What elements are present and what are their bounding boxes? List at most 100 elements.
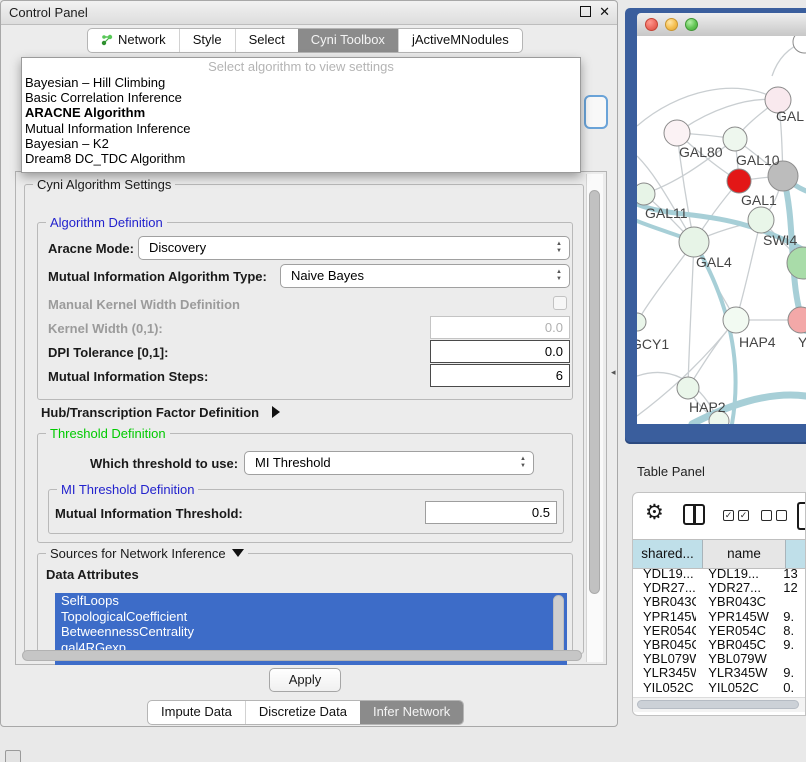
unchecked-checkbox-icon[interactable]: [761, 510, 772, 521]
table-cell: [778, 595, 805, 609]
control-panel-tabbar: Network Style Select Cyni Toolbox jActiv…: [87, 28, 523, 53]
table-row[interactable]: YPR145W YPR145W 9.: [633, 610, 805, 624]
column-header-name[interactable]: name: [703, 540, 786, 568]
algorithm-item[interactable]: Dream8 DC_TDC Algorithm: [22, 151, 580, 166]
close-traffic-light-icon[interactable]: [645, 18, 658, 31]
tab-cyni-toolbox[interactable]: Cyni Toolbox: [298, 29, 398, 52]
tab-jactivemnodules[interactable]: jActiveMNodules: [398, 29, 522, 52]
column-header-shared-name[interactable]: shared...: [633, 540, 703, 568]
table-row[interactable]: YDL19... YDL19... 13: [633, 567, 805, 581]
table-panel-title: Table Panel: [637, 464, 705, 479]
aracne-mode-combo[interactable]: Discovery ▲▼: [138, 236, 570, 260]
attribute-item[interactable]: TopologicalCoefficient: [55, 609, 567, 625]
panel-divider-collapse-icon[interactable]: ◂: [611, 367, 616, 378]
tab-network[interactable]: Network: [88, 29, 179, 52]
table-cell: YPR145W: [696, 610, 778, 624]
mi-steps-field[interactable]: 6: [430, 364, 570, 387]
table-cell: YBR043C: [633, 595, 696, 609]
which-threshold-combo[interactable]: MI Threshold ▲▼: [244, 451, 534, 475]
network-node[interactable]: [637, 183, 655, 205]
node-label: GAL4: [696, 254, 732, 270]
hub-definition-expander[interactable]: Hub/Transcription Factor Definition: [41, 404, 280, 422]
attribute-item[interactable]: BetweennessCentrality: [55, 624, 567, 640]
network-node[interactable]: [793, 36, 806, 53]
network-node[interactable]: [727, 169, 751, 193]
zoom-traffic-light-icon[interactable]: [685, 18, 698, 31]
data-attributes-label: Data Attributes: [46, 567, 139, 582]
tab-infer-network[interactable]: Infer Network: [360, 701, 463, 724]
network-node[interactable]: [748, 207, 774, 233]
table-row[interactable]: YBR045C YBR045C 9.: [633, 638, 805, 652]
mi-algorithm-type-combo[interactable]: Naive Bayes ▲▼: [280, 264, 570, 288]
manual-kernel-width-checkbox[interactable]: [553, 296, 567, 310]
network-node[interactable]: [677, 377, 699, 399]
network-node[interactable]: [723, 307, 749, 333]
network-canvas[interactable]: GALGAL80GAL10GAL1GAL11SWI4GAL4GCY1HAP4YH…: [637, 36, 806, 424]
network-node[interactable]: [679, 227, 709, 257]
node-label: GAL: [776, 108, 804, 124]
tab-impute-data[interactable]: Impute Data: [148, 701, 245, 724]
network-view-window: GALGAL80GAL10GAL1GAL11SWI4GAL4GCY1HAP4YH…: [625, 8, 806, 444]
algorithm-dropdown-popup: Select algorithm to view settings Bayesi…: [21, 57, 581, 173]
column-header-partial[interactable]: [786, 540, 805, 568]
control-panel-titlebar[interactable]: Control Panel ✕: [1, 1, 617, 25]
table-row[interactable]: YLR345W YLR345W 9.: [633, 666, 805, 680]
table-cell: YBR045C: [696, 638, 778, 652]
algorithm-item[interactable]: Mutual Information Inference: [22, 121, 580, 136]
settings-vertical-scrollbar[interactable]: [586, 174, 603, 662]
hidden-focused-combo[interactable]: [584, 95, 608, 129]
kernel-width-field[interactable]: 0.0: [430, 316, 570, 339]
algorithm-item-selected[interactable]: ARACNE Algorithm: [22, 105, 580, 120]
dpi-tolerance-field[interactable]: 0.0: [430, 340, 570, 363]
float-window-icon[interactable]: [580, 6, 591, 17]
tab-style[interactable]: Style: [179, 29, 235, 52]
mi-threshold-definition-group: MI Threshold Definition Mutual Informati…: [48, 489, 564, 534]
table-row[interactable]: YER054C YER054C 8.: [633, 624, 805, 638]
spinner-arrows-icon: ▲▼: [520, 456, 526, 470]
algorithm-item[interactable]: Basic Correlation Inference: [22, 90, 580, 105]
network-node[interactable]: [664, 120, 690, 146]
network-node[interactable]: [788, 307, 806, 333]
table-row[interactable]: YDR27... YDR27... 12: [633, 581, 805, 595]
minimize-traffic-light-icon[interactable]: [665, 18, 678, 31]
algorithm-item[interactable]: Bayesian – Hill Climbing: [22, 75, 580, 90]
tab-select-label: Select: [249, 32, 285, 47]
gear-icon[interactable]: ⚙: [645, 500, 664, 525]
checked-checkbox-icon[interactable]: ✓: [738, 510, 749, 521]
network-tab-icon: [101, 31, 114, 43]
checked-checkbox-icon[interactable]: ✓: [723, 510, 734, 521]
network-window-titlebar[interactable]: [637, 13, 806, 37]
function-builder-icon[interactable]: [797, 502, 806, 530]
table-row[interactable]: YIL052C YIL052C 0.: [633, 681, 805, 695]
sources-title[interactable]: Sources for Network Inference: [46, 546, 248, 561]
table-cell: YER054C: [696, 624, 778, 638]
tab-style-label: Style: [193, 32, 222, 47]
table-row[interactable]: YBR043C YBR043C: [633, 595, 805, 609]
attribute-list-scrollbar[interactable]: [553, 595, 564, 657]
unchecked-checkbox-icon[interactable]: [776, 510, 787, 521]
spinner-arrows-icon: ▲▼: [556, 241, 562, 255]
settings-vertical-scroll-thumb[interactable]: [589, 190, 600, 594]
mi-threshold-field[interactable]: 0.5: [425, 501, 557, 524]
collapsed-panel-icon[interactable]: [5, 750, 21, 762]
table-cell: 9.: [778, 610, 805, 624]
attribute-item[interactable]: SelfLoops: [55, 593, 567, 609]
table-row[interactable]: YBL079W YBL079W: [633, 652, 805, 666]
table-horizontal-scrollbar[interactable]: [633, 697, 805, 712]
collapse-down-icon: [232, 549, 244, 557]
manual-kernel-width-label: Manual Kernel Width Definition: [48, 297, 240, 312]
network-node[interactable]: [637, 313, 646, 331]
tab-select[interactable]: Select: [235, 29, 298, 52]
settings-horizontal-scroll-thumb[interactable]: [22, 650, 582, 661]
aracne-mode-value: Discovery: [149, 240, 206, 255]
node-label: GAL80: [679, 144, 723, 160]
apply-button[interactable]: Apply: [269, 668, 341, 692]
tab-discretize-data[interactable]: Discretize Data: [245, 701, 360, 724]
table-horizontal-scroll-thumb[interactable]: [637, 700, 799, 709]
columns-icon[interactable]: [683, 504, 705, 525]
control-panel-title: Control Panel: [9, 5, 88, 20]
algorithm-item[interactable]: Bayesian – K2: [22, 136, 580, 151]
close-icon[interactable]: ✕: [599, 4, 610, 20]
network-node[interactable]: [723, 127, 747, 151]
table-cell: 9.: [778, 638, 805, 652]
